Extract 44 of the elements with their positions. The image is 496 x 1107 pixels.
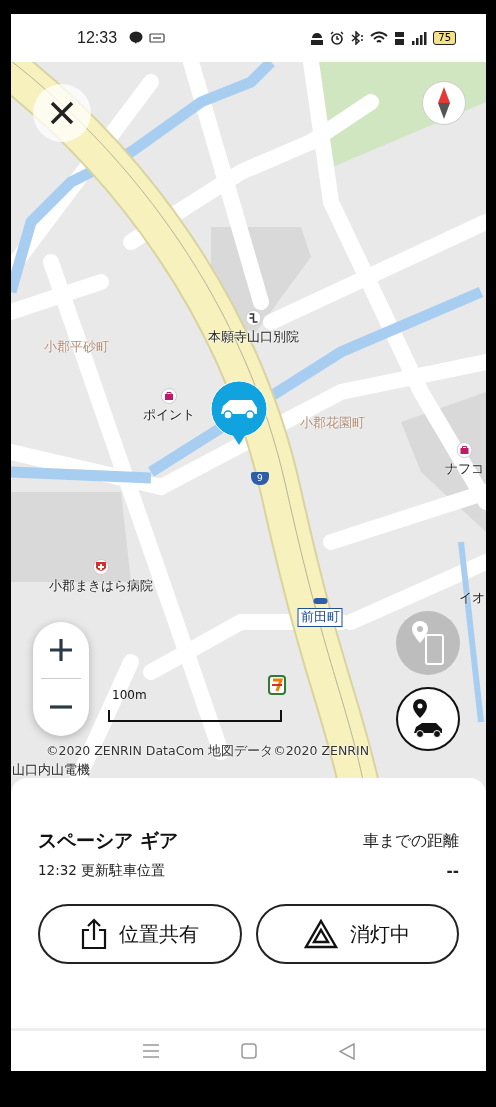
shopping-bag-icon	[161, 388, 177, 404]
map-label: 山口内山電機	[12, 762, 90, 779]
map-label: 本願寺山口別院	[207, 329, 299, 346]
wifi-icon	[370, 31, 389, 45]
map-label: ナフコ	[444, 461, 484, 478]
updated-label: 更新駐車位置	[81, 862, 166, 878]
chat-bubble-icon	[129, 31, 144, 45]
bluetooth-icon	[350, 31, 365, 45]
map-label: イオ	[459, 590, 485, 607]
hazard-icon	[304, 919, 339, 949]
convenience-store-icon	[268, 675, 286, 695]
close-icon	[49, 100, 75, 126]
alarm-icon	[330, 31, 345, 45]
updated-time: 12:32	[38, 862, 77, 878]
status-time: 12:33	[77, 29, 118, 47]
car-pin-icon	[412, 699, 444, 739]
vehicle-name: スペーシア ギア	[38, 828, 178, 853]
battery-level: 75	[433, 31, 456, 45]
menu-icon[interactable]	[141, 1043, 160, 1059]
bus-stop-icon	[312, 597, 328, 605]
map-label: 前田町	[297, 608, 343, 627]
map-label: 小郡花園町	[299, 414, 365, 432]
map-label: ポイント	[143, 407, 195, 424]
map-label: 小郡まきはら病院	[49, 578, 153, 595]
hazard-lights-button[interactable]: 消灯中	[255, 904, 459, 964]
car-location-pin-icon	[210, 380, 268, 446]
signal-icon	[411, 31, 428, 45]
minus-icon	[49, 705, 73, 709]
map-copyright: ©2020 ZENRIN DataCom 地図データ©2020 ZENRIN	[46, 743, 369, 760]
home-icon[interactable]	[241, 1043, 258, 1059]
plus-icon	[49, 638, 73, 662]
share-icon	[80, 918, 107, 950]
back-icon[interactable]	[339, 1042, 356, 1060]
distance-label: 車までの距離	[363, 830, 459, 852]
shopping-bag-icon	[456, 442, 472, 458]
map-label: 小郡平砂町	[44, 338, 109, 356]
distance-value: --	[446, 862, 459, 880]
hospital-icon	[93, 559, 109, 575]
share-location-button[interactable]: 位置共有	[38, 904, 242, 964]
compass-icon	[437, 87, 451, 119]
scale-label: 100m	[112, 688, 147, 702]
phone-pin-icon	[411, 621, 445, 665]
route-number: 9	[251, 472, 269, 485]
wifi-tag-icon	[149, 32, 166, 44]
